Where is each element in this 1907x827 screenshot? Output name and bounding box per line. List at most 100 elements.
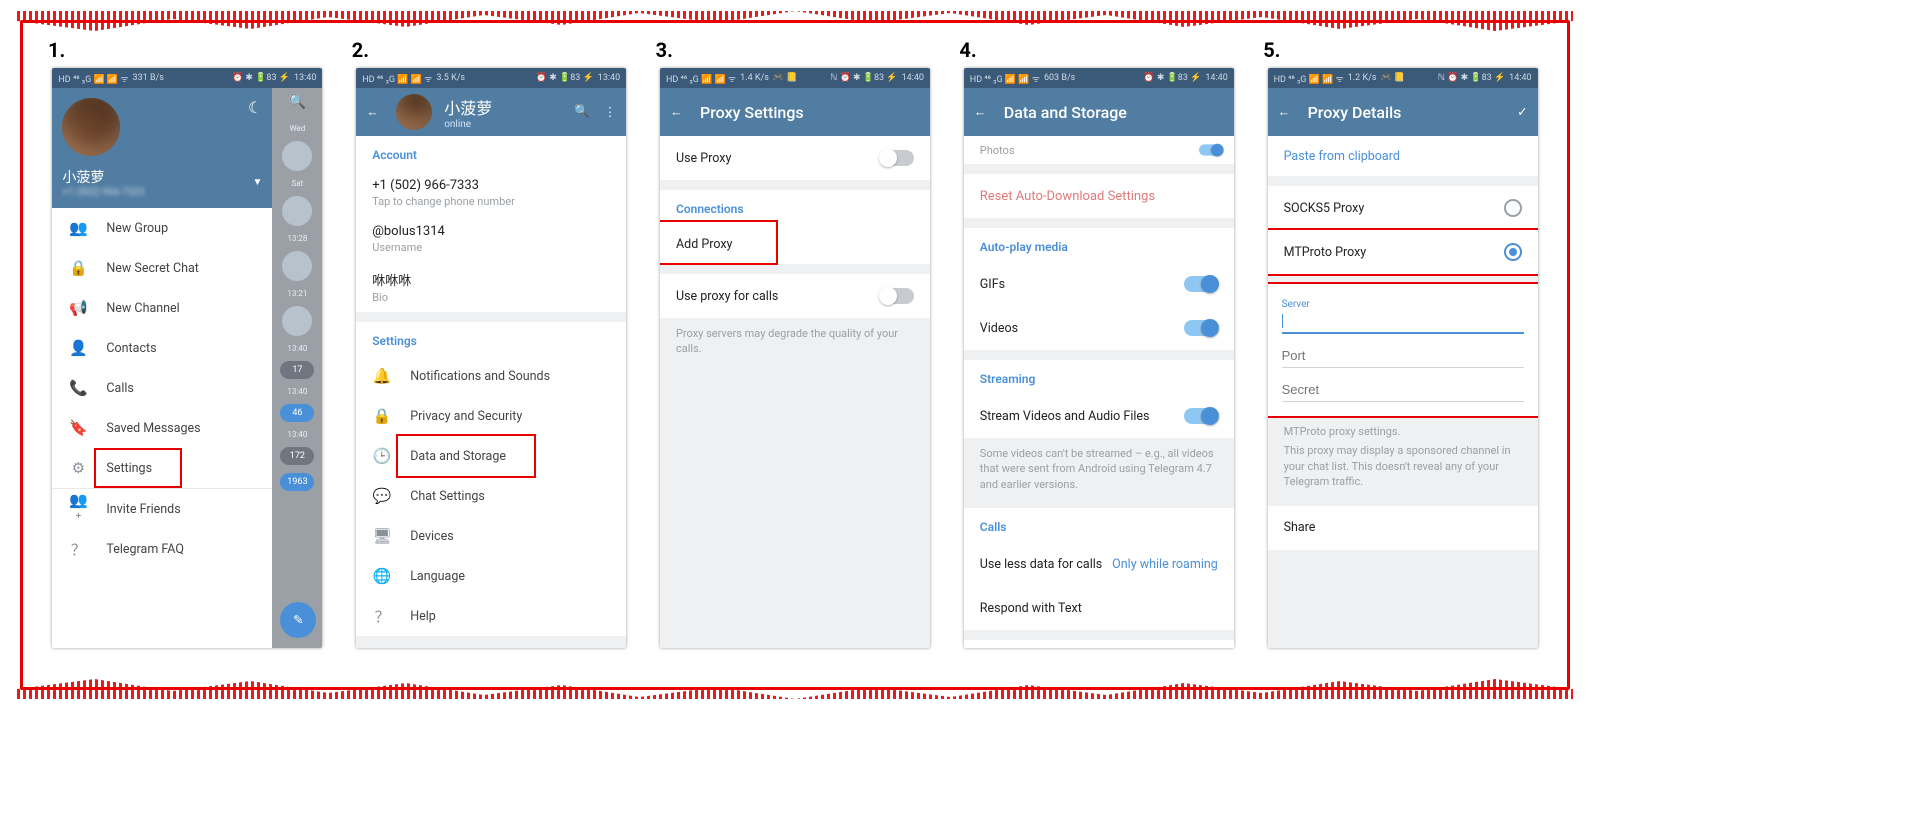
chat-avatar[interactable] bbox=[282, 251, 312, 281]
row-notifications[interactable]: 🔔Notifications and Sounds bbox=[356, 356, 626, 396]
row-bio[interactable]: 咻咻咻 Bio bbox=[356, 262, 626, 312]
globe-icon: 🌐 bbox=[372, 567, 392, 585]
field-secret[interactable] bbox=[1268, 372, 1538, 406]
row-videos[interactable]: Videos bbox=[964, 306, 1234, 350]
menu-contacts[interactable]: 👤Contacts bbox=[52, 328, 272, 368]
row-chat-settings[interactable]: 💬Chat Settings bbox=[356, 476, 626, 516]
row-less-data[interactable]: Use less data for calls Only while roami… bbox=[964, 542, 1234, 586]
check-icon[interactable]: ✓ bbox=[1517, 104, 1527, 120]
menu-new-group[interactable]: 👥New Group bbox=[52, 208, 272, 248]
row-label: Privacy and Security bbox=[410, 409, 522, 424]
row-label: Chat Settings bbox=[410, 489, 485, 504]
search-icon[interactable]: 🔍 bbox=[574, 104, 590, 120]
row-gifs[interactable]: GIFs bbox=[964, 262, 1234, 306]
status-bar: HD ⁴⁶ ₃G 📶 📶 ᯤ603 B/s ⏰ ✱ 🔋83 ⚡14:40 bbox=[964, 68, 1234, 88]
toggle-videos[interactable] bbox=[1184, 320, 1218, 336]
toggle-photos[interactable] bbox=[1199, 144, 1223, 155]
avatar[interactable] bbox=[396, 94, 432, 130]
section-streaming: Streaming bbox=[964, 360, 1234, 394]
toggle-use-proxy[interactable] bbox=[880, 150, 914, 166]
back-icon[interactable]: ← bbox=[366, 105, 384, 120]
menu-label: Saved Messages bbox=[106, 421, 200, 436]
row-help[interactable]: ？Help bbox=[356, 596, 626, 636]
status-signal: HD ⁴⁶ ₃G 📶 📶 ᯤ bbox=[970, 72, 1040, 85]
chat-avatar[interactable] bbox=[282, 141, 312, 171]
row-paste[interactable]: Paste from clipboard bbox=[1268, 136, 1538, 176]
time-label: 13:40 bbox=[287, 430, 307, 439]
radio-socks5[interactable] bbox=[1504, 199, 1522, 217]
menu-saved[interactable]: 🔖Saved Messages bbox=[52, 408, 272, 448]
menu-calls[interactable]: 📞Calls bbox=[52, 368, 272, 408]
toggle-use-calls[interactable] bbox=[880, 288, 914, 304]
row-stream[interactable]: Stream Videos and Audio Files bbox=[964, 394, 1234, 438]
unread-chip: 1963 bbox=[280, 473, 314, 491]
status-bar: HD ⁴⁶ ₃G 📶 📶 ᯤ1.4 K/s🎮 📒 ℕ ⏰ ✱ 🔋83 ⚡14:4… bbox=[660, 68, 930, 88]
status-extra: 🎮 📒 bbox=[1380, 73, 1405, 83]
compose-fab[interactable]: ✎ bbox=[280, 602, 316, 638]
phone-4: HD ⁴⁶ ₃G 📶 📶 ᯤ603 B/s ⏰ ✱ 🔋83 ⚡14:40 ← D… bbox=[964, 68, 1234, 648]
avatar[interactable] bbox=[62, 98, 120, 156]
menu-invite[interactable]: 👥⁺Invite Friends bbox=[52, 489, 272, 529]
back-icon[interactable]: ← bbox=[1278, 105, 1296, 120]
details-scroll[interactable]: Paste from clipboard SOCKS5 Proxy MTProt… bbox=[1268, 136, 1538, 648]
proxy-scroll[interactable]: Use Proxy Connections Add Proxy Use prox… bbox=[660, 136, 930, 648]
section-account: Account bbox=[356, 136, 626, 170]
back-icon[interactable]: ← bbox=[670, 105, 688, 120]
row-share[interactable]: Share bbox=[1268, 506, 1538, 550]
toggle-stream[interactable] bbox=[1184, 408, 1218, 424]
step-1: 1. HD ⁴⁶ ₃G 📶 📶 ᯤ 331 B/s ⏰ ✱ 🔋83 ⚡ 13:4… bbox=[48, 38, 327, 672]
radio-mtproto[interactable] bbox=[1504, 243, 1522, 261]
more-icon[interactable]: ⋮ bbox=[604, 104, 617, 120]
secret-input[interactable] bbox=[1282, 378, 1524, 402]
row-reset[interactable]: Reset Auto-Download Settings bbox=[964, 174, 1234, 218]
row-respond[interactable]: Respond with Text bbox=[964, 586, 1234, 630]
row-username[interactable]: @bolus1314 Username bbox=[356, 216, 626, 262]
field-server[interactable]: Server bbox=[1268, 290, 1538, 338]
row-socks5[interactable]: SOCKS5 Proxy bbox=[1268, 186, 1538, 230]
row-devices[interactable]: 🖥Devices bbox=[356, 516, 626, 556]
row-photos[interactable]: Photos bbox=[964, 136, 1234, 164]
data-scroll[interactable]: Photos Reset Auto-Download Settings Auto… bbox=[964, 136, 1234, 648]
lock-icon: 🔒 bbox=[372, 407, 392, 425]
chat-avatar[interactable] bbox=[282, 196, 312, 226]
profile-status: online bbox=[444, 119, 492, 130]
toggle-gifs[interactable] bbox=[1184, 276, 1218, 292]
search-icon[interactable]: 🔍 bbox=[289, 94, 306, 110]
drawer-username: 小菠萝 bbox=[62, 167, 238, 187]
port-input[interactable] bbox=[1282, 344, 1524, 368]
chevron-down-icon[interactable]: ▼ bbox=[252, 177, 262, 188]
moon-icon[interactable]: ☾ bbox=[248, 98, 262, 156]
hint-body: This proxy may display a sponsored chann… bbox=[1284, 443, 1522, 489]
menu-faq[interactable]: ？Telegram FAQ bbox=[52, 529, 272, 569]
row-mtproto[interactable]: MTProto Proxy bbox=[1268, 230, 1538, 274]
row-data-storage[interactable]: 🕒 Data and Storage bbox=[356, 436, 626, 476]
status-icons: ⏰ ✱ 🔋83 ⚡ bbox=[232, 73, 290, 83]
back-icon[interactable]: ← bbox=[974, 105, 992, 120]
step-5: 5. HD ⁴⁶ ₃G 📶 📶 ᯤ1.2 K/s🎮 📒 ℕ ⏰ ✱ 🔋83 ⚡1… bbox=[1263, 38, 1542, 672]
row-use-calls[interactable]: Use proxy for calls bbox=[660, 274, 930, 318]
row-phone[interactable]: +1 (502) 966-7333 Tap to change phone nu… bbox=[356, 170, 626, 216]
group-icon: 👥 bbox=[68, 219, 88, 237]
row-label: Paste from clipboard bbox=[1284, 149, 1400, 164]
data-appbar: ← Data and Storage bbox=[964, 88, 1234, 136]
row-language[interactable]: 🌐Language bbox=[356, 556, 626, 596]
row-label: Use Proxy bbox=[676, 151, 731, 166]
row-use-proxy[interactable]: Use Proxy bbox=[660, 136, 930, 180]
bio-sub: Bio bbox=[372, 291, 610, 304]
settings-scroll[interactable]: Account +1 (502) 966-7333 Tap to change … bbox=[356, 136, 626, 648]
row-privacy[interactable]: 🔒 Privacy and Security bbox=[356, 396, 626, 436]
status-signal: HD ⁴⁶ ₃G 📶 📶 ᯤ bbox=[1274, 72, 1344, 85]
row-label: Help bbox=[410, 609, 436, 624]
status-time: 13:40 bbox=[294, 73, 316, 83]
time-label: 13:21 bbox=[287, 289, 307, 298]
chat-avatar[interactable] bbox=[282, 306, 312, 336]
field-port[interactable] bbox=[1268, 338, 1538, 372]
menu-new-secret-chat[interactable]: 🔒New Secret Chat bbox=[52, 248, 272, 288]
menu-new-channel[interactable]: 📢New Channel bbox=[52, 288, 272, 328]
menu-label: Settings bbox=[106, 461, 152, 476]
profile-name: 小菠萝 bbox=[444, 95, 492, 119]
status-speed: 603 B/s bbox=[1044, 73, 1075, 83]
menu-label: New Secret Chat bbox=[106, 261, 198, 276]
menu-settings[interactable]: ⚙ Settings bbox=[52, 448, 272, 488]
row-add-proxy[interactable]: Add Proxy bbox=[660, 224, 930, 264]
